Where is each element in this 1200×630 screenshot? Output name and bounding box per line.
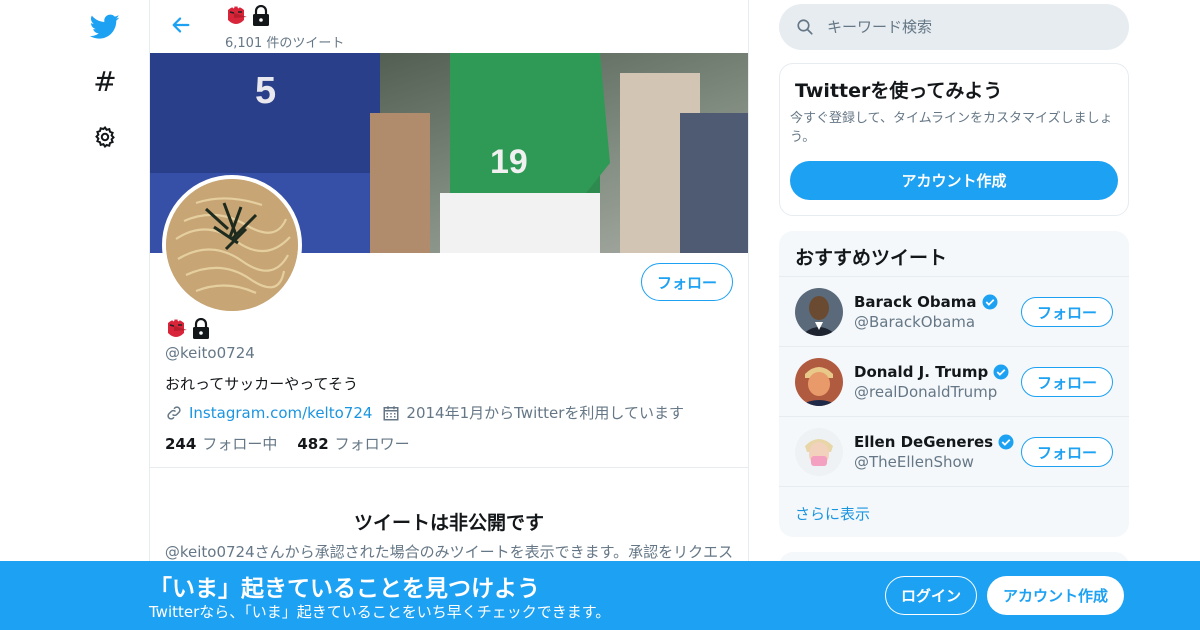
search-icon [795, 17, 815, 37]
display-name-emoji [225, 4, 271, 28]
profile-joined: 2014年1月からTwitterを利用しています [406, 404, 684, 422]
login-button[interactable]: ログイン [885, 576, 977, 615]
show-more-link[interactable]: さらに表示 [795, 503, 870, 524]
followers-count: 482 [297, 435, 329, 453]
follow-button[interactable]: フォロー [1021, 367, 1113, 397]
calendar-icon [383, 405, 399, 420]
profile-link[interactable]: Instagram.com/kelto724 [189, 404, 372, 422]
recommendation-name: Barack Obama [854, 293, 999, 311]
verified-badge-icon [993, 364, 1009, 380]
recommendation-item[interactable]: Donald J. Trump @realDonaldTrump フォロー [779, 346, 1129, 416]
signup-description: 今すぐ登録して、タイムラインをカスタマイズしましょう。 [790, 111, 1113, 145]
follow-button[interactable]: フォロー [1021, 297, 1113, 327]
recommendation-item[interactable]: Ellen DeGeneres @TheEllenShow フォロー [779, 416, 1129, 486]
verified-badge-icon [982, 294, 998, 310]
private-text: @keito0724さんから承認された場合のみツイートを表示できます。承認をリク… [164, 543, 734, 561]
verified-badge-icon [998, 434, 1014, 450]
tengu-mask-icon [227, 5, 247, 24]
recommendation-name: Ellen DeGeneres [854, 433, 1015, 451]
back-arrow-icon[interactable] [168, 12, 194, 38]
recommendation-name-text: Ellen DeGeneres [854, 433, 994, 451]
svg-text:5: 5 [255, 70, 276, 112]
search-input[interactable] [827, 18, 1107, 36]
recommendations-card: おすすめツイート Barack Obama @BarackObama フォロー … [779, 231, 1129, 537]
recommendation-handle: @realDonaldTrump [854, 383, 998, 401]
followers-label: フォロワー [334, 435, 410, 453]
avatar [795, 358, 843, 406]
signup-banner: 「いま」起きていることを見つけよう Twitterなら、「いま」起きていることを… [0, 561, 1200, 630]
following-label: フォロー中 [202, 435, 278, 453]
create-account-button[interactable]: アカウント作成 [790, 161, 1118, 200]
follow-button[interactable]: フォロー [1021, 437, 1113, 467]
followers-stat[interactable]: 482 フォロワー [297, 433, 409, 454]
recommendations-title: おすすめツイート [795, 247, 948, 269]
banner-subtitle: Twitterなら、「いま」起きていることをいち早くチェックできます。 [149, 603, 611, 621]
tengu-mask-icon [167, 318, 187, 337]
recommendation-name: Donald J. Trump [854, 363, 1010, 381]
recommendation-name-text: Barack Obama [854, 293, 977, 311]
profile-display-name [165, 317, 211, 341]
private-title: ツイートは非公開です [353, 512, 544, 534]
hashtag-glyph: # [93, 65, 117, 98]
create-account-button[interactable]: アカウント作成 [987, 576, 1124, 615]
search-box[interactable] [779, 4, 1129, 50]
link-icon [167, 405, 181, 420]
profile-bio: おれってサッカーやってそう [165, 375, 359, 393]
divider [150, 467, 748, 468]
profile-header-bar: 6,101 件のツイート [150, 0, 748, 53]
lock-icon [253, 5, 269, 26]
profile-avatar[interactable] [162, 175, 302, 315]
avatar [795, 428, 843, 476]
recommendation-item[interactable]: Barack Obama @BarackObama フォロー [779, 276, 1129, 346]
twitter-logo-icon[interactable] [90, 12, 120, 42]
following-stat[interactable]: 244 フォロー中 [165, 433, 277, 454]
follow-button[interactable]: フォロー [641, 263, 733, 301]
signup-card: Twitterを使ってみよう 今すぐ登録して、タイムラインをカスタマイズしましょ… [779, 63, 1129, 216]
recommendation-handle: @BarackObama [854, 313, 976, 331]
profile-column: 6,101 件のツイート 5 19 フォロー @keito0724 おれってサッ… [149, 0, 749, 630]
profile-stats: 244 フォロー中 482 フォロワー [165, 433, 410, 454]
recommendation-handle: @TheEllenShow [854, 453, 974, 471]
hashtag-icon[interactable]: # [90, 67, 120, 97]
tweet-count: 6,101 件のツイート [225, 36, 345, 51]
lock-icon [193, 318, 209, 339]
avatar [795, 288, 843, 336]
signup-title: Twitterを使ってみよう [795, 80, 1003, 102]
profile-handle: @keito0724 [165, 344, 255, 362]
banner-title: 「いま」起きていることを見つけよう [149, 576, 540, 602]
profile-meta: Instagram.com/kelto724 2014年1月からTwitterを… [165, 402, 684, 423]
recommendation-name-text: Donald J. Trump [854, 363, 989, 381]
following-count: 244 [165, 435, 197, 453]
gear-icon[interactable] [90, 122, 120, 152]
svg-text:19: 19 [490, 143, 528, 181]
